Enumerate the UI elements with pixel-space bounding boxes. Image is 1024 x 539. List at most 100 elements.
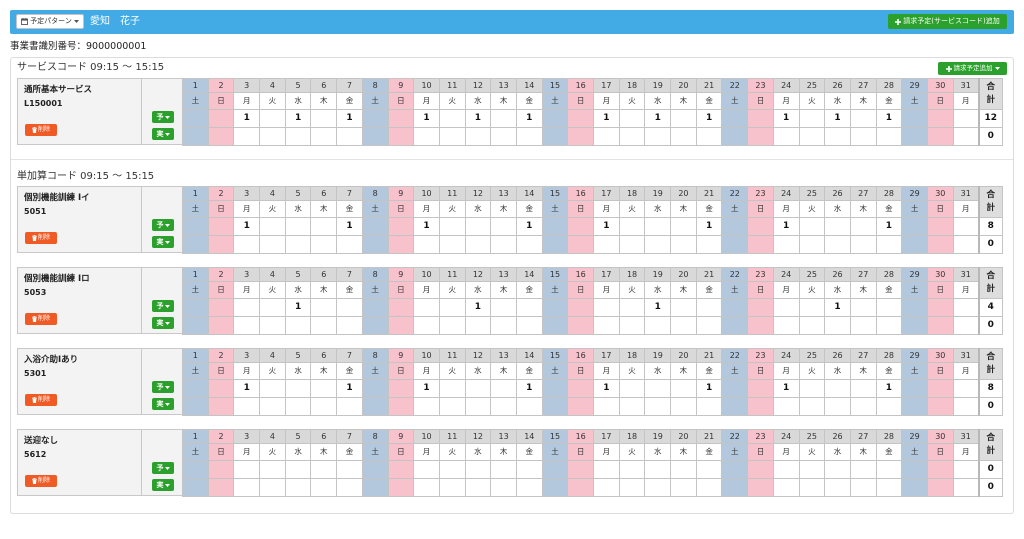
plan-cell[interactable]: 1 xyxy=(593,217,620,236)
actual-cell[interactable] xyxy=(926,478,954,497)
plan-cell[interactable] xyxy=(464,217,492,236)
actual-cell[interactable] xyxy=(695,316,723,335)
actual-cell[interactable] xyxy=(747,127,774,146)
plan-cell[interactable] xyxy=(541,460,569,479)
actual-cell[interactable] xyxy=(901,478,928,497)
actual-cell[interactable] xyxy=(772,235,800,254)
actual-cell[interactable] xyxy=(361,397,389,416)
plan-cell[interactable]: 1 xyxy=(413,379,440,398)
plan-cell[interactable] xyxy=(233,298,261,317)
actual-cell[interactable] xyxy=(926,235,954,254)
plan-cell[interactable] xyxy=(824,217,851,236)
plan-cell[interactable]: 1 xyxy=(644,109,672,128)
plan-cell[interactable]: 1 xyxy=(336,217,363,236)
plan-cell[interactable]: 1 xyxy=(413,217,440,236)
actual-cell[interactable] xyxy=(772,397,800,416)
actual-cell[interactable] xyxy=(772,316,800,335)
plan-cell[interactable] xyxy=(259,460,286,479)
plan-cell[interactable] xyxy=(926,298,954,317)
actual-cell[interactable] xyxy=(721,235,749,254)
plan-cell[interactable] xyxy=(207,217,235,236)
plan-cell[interactable]: 1 xyxy=(875,109,903,128)
actual-cell[interactable] xyxy=(490,478,517,497)
actual-cell[interactable] xyxy=(464,478,492,497)
delete-button[interactable]: 削除 xyxy=(25,475,57,487)
plan-cell[interactable] xyxy=(875,298,903,317)
actual-cell[interactable] xyxy=(438,316,466,335)
plan-cell[interactable] xyxy=(644,379,672,398)
actual-cell[interactable] xyxy=(438,478,466,497)
plan-cell[interactable] xyxy=(798,217,826,236)
plan-cell[interactable] xyxy=(310,109,338,128)
plan-cell[interactable]: 1 xyxy=(772,379,800,398)
actual-cell[interactable] xyxy=(644,397,672,416)
actual-menu-button[interactable]: 実 xyxy=(152,317,174,329)
actual-menu-button[interactable]: 実 xyxy=(152,479,174,491)
actual-cell[interactable] xyxy=(310,235,338,254)
actual-cell[interactable] xyxy=(824,478,851,497)
plan-cell[interactable] xyxy=(413,298,440,317)
plan-cell[interactable] xyxy=(387,379,415,398)
plan-cell[interactable] xyxy=(721,379,749,398)
plan-cell[interactable] xyxy=(644,460,672,479)
plan-cell[interactable] xyxy=(207,109,235,128)
actual-cell[interactable] xyxy=(849,397,877,416)
actual-cell[interactable] xyxy=(541,235,569,254)
actual-cell[interactable] xyxy=(515,316,543,335)
actual-cell[interactable] xyxy=(901,316,928,335)
plan-cell[interactable]: 1 xyxy=(772,109,800,128)
plan-cell[interactable]: 1 xyxy=(284,298,312,317)
actual-cell[interactable] xyxy=(875,397,903,416)
actual-cell[interactable] xyxy=(464,397,492,416)
plan-cell[interactable]: 1 xyxy=(824,298,851,317)
plan-cell[interactable] xyxy=(310,298,338,317)
actual-cell[interactable] xyxy=(567,316,594,335)
plan-cell[interactable] xyxy=(798,460,826,479)
actual-cell[interactable] xyxy=(926,127,954,146)
actual-cell[interactable] xyxy=(952,127,980,146)
actual-cell[interactable] xyxy=(567,235,594,254)
plan-cell[interactable] xyxy=(438,379,466,398)
actual-cell[interactable] xyxy=(952,397,980,416)
actual-cell[interactable] xyxy=(824,397,851,416)
plan-cell[interactable] xyxy=(772,460,800,479)
actual-cell[interactable] xyxy=(695,127,723,146)
actual-cell[interactable] xyxy=(336,127,363,146)
plan-cell[interactable] xyxy=(901,460,928,479)
actual-menu-button[interactable]: 実 xyxy=(152,128,174,140)
actual-cell[interactable] xyxy=(721,316,749,335)
actual-cell[interactable] xyxy=(695,478,723,497)
plan-cell[interactable] xyxy=(464,460,492,479)
plan-cell[interactable] xyxy=(490,109,517,128)
actual-cell[interactable] xyxy=(336,478,363,497)
plan-cell[interactable]: 1 xyxy=(233,109,261,128)
actual-cell[interactable] xyxy=(824,316,851,335)
actual-cell[interactable] xyxy=(952,316,980,335)
actual-cell[interactable] xyxy=(413,316,440,335)
actual-cell[interactable] xyxy=(541,397,569,416)
actual-cell[interactable] xyxy=(284,478,312,497)
plan-cell[interactable] xyxy=(901,217,928,236)
actual-cell[interactable] xyxy=(721,127,749,146)
plan-cell[interactable] xyxy=(310,460,338,479)
plan-cell[interactable] xyxy=(670,109,697,128)
plan-cell[interactable] xyxy=(798,379,826,398)
actual-cell[interactable] xyxy=(541,127,569,146)
plan-cell[interactable]: 1 xyxy=(464,298,492,317)
plan-cell[interactable] xyxy=(361,298,389,317)
actual-cell[interactable] xyxy=(490,235,517,254)
plan-cell[interactable] xyxy=(515,460,543,479)
plan-cell[interactable] xyxy=(438,460,466,479)
actual-cell[interactable] xyxy=(824,127,851,146)
plan-cell[interactable] xyxy=(926,109,954,128)
actual-cell[interactable] xyxy=(284,127,312,146)
plan-cell[interactable] xyxy=(490,460,517,479)
delete-button[interactable]: 削除 xyxy=(25,313,57,325)
actual-cell[interactable] xyxy=(926,316,954,335)
actual-cell[interactable] xyxy=(284,235,312,254)
plan-cell[interactable] xyxy=(926,379,954,398)
actual-cell[interactable] xyxy=(336,397,363,416)
actual-cell[interactable] xyxy=(182,316,209,335)
actual-cell[interactable] xyxy=(849,478,877,497)
actual-cell[interactable] xyxy=(207,397,235,416)
